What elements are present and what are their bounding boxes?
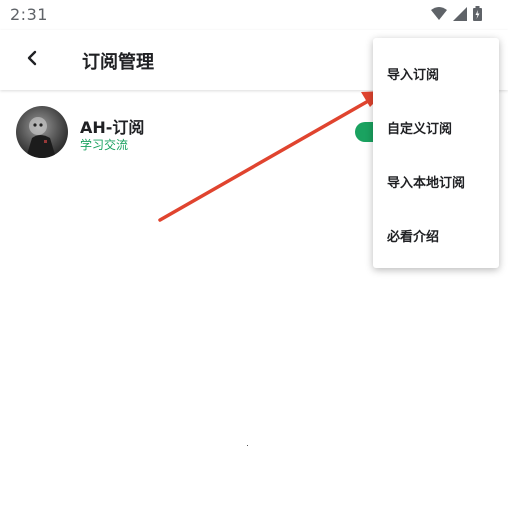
menu-item-import-local-subscription[interactable]: 导入本地订阅 [373, 154, 499, 208]
page-title: 订阅管理 [82, 52, 154, 73]
back-arrow-icon [25, 50, 39, 70]
wifi-icon [431, 6, 447, 21]
menu-item-must-read-intro[interactable]: 必看介绍 [373, 208, 499, 262]
subscription-name: AH-订阅 [80, 118, 145, 137]
avatar [16, 106, 68, 158]
menu-item-import-subscription[interactable]: 导入订阅 [373, 46, 499, 100]
stray-dot [247, 445, 248, 446]
signal-icon [453, 6, 467, 21]
menu-item-custom-subscription[interactable]: 自定义订阅 [373, 100, 499, 154]
status-bar: 2:31 [0, 0, 508, 30]
back-button[interactable] [18, 46, 46, 74]
battery-icon [473, 6, 482, 21]
subscription-subtitle: 学习交流 [80, 138, 129, 152]
status-icons [431, 6, 482, 21]
overflow-menu: 导入订阅 自定义订阅 导入本地订阅 必看介绍 [373, 38, 499, 268]
status-time: 2:31 [10, 5, 48, 24]
